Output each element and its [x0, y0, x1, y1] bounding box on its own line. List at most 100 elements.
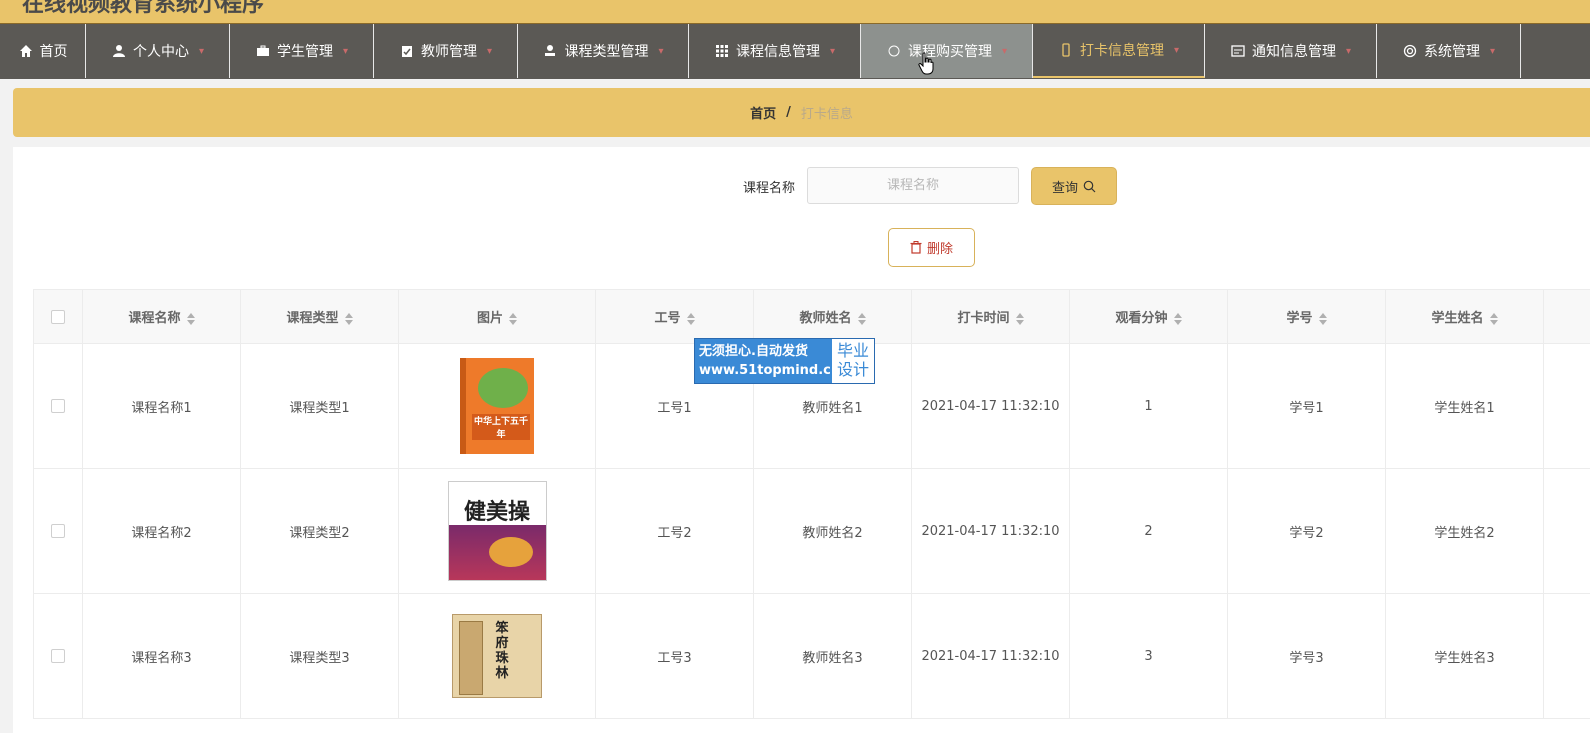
cell-minutes: 1 — [1069, 343, 1228, 469]
nav-item-course-purchase[interactable]: 课程购买管理 ▾ — [861, 24, 1033, 78]
chevron-down-icon: ▾ — [486, 45, 493, 57]
sort-icon[interactable] — [686, 312, 695, 325]
column-header[interactable]: 课程名称 — [82, 289, 241, 344]
select-all-cell[interactable] — [33, 289, 83, 344]
row-select-cell[interactable] — [33, 343, 83, 469]
nav-item-notices[interactable]: 通知信息管理 ▾ — [1205, 24, 1377, 78]
cell-student-name: 学生姓名2 — [1385, 468, 1544, 594]
cell-minutes: 3 — [1069, 593, 1228, 719]
column-header-label: 图片 — [476, 311, 503, 326]
cell-course-name: 课程名称1 — [82, 343, 241, 469]
cell-image: 中华上下五千年 — [398, 343, 596, 469]
trash-icon — [910, 241, 922, 254]
cell-extra — [1543, 593, 1590, 719]
cell-image: 笨府珠林 — [398, 593, 596, 719]
search-label: 课程名称 — [743, 181, 796, 196]
watermark-text: 无须担心.自动发货 www.51topmind.com — [695, 339, 854, 383]
sort-icon[interactable] — [344, 312, 353, 325]
column-header[interactable]: 图片 — [398, 289, 596, 344]
clipboard-icon — [399, 43, 415, 59]
course-name-search-input[interactable] — [807, 167, 1019, 204]
breadcrumb-current: 打卡信息 — [800, 107, 853, 122]
book-cover-image[interactable]: 笨府珠林 — [452, 614, 542, 698]
query-button[interactable]: 查询 — [1031, 167, 1117, 205]
message-icon — [1230, 43, 1246, 59]
cell-extra — [1543, 468, 1590, 594]
search-icon — [1083, 180, 1096, 192]
column-header-extra — [1543, 289, 1590, 344]
book-cover-title: 中华上下五千年 — [472, 414, 530, 440]
chevron-down-icon: ▾ — [342, 45, 349, 57]
nav-item-course-types[interactable]: 课程类型管理 ▾ — [518, 24, 689, 78]
row-checkbox[interactable] — [51, 649, 65, 663]
cell-course-name: 课程名称3 — [82, 593, 241, 719]
column-header[interactable]: 打卡时间 — [911, 289, 1070, 344]
row-select-cell[interactable] — [33, 468, 83, 594]
column-header-label: 打卡时间 — [957, 311, 1010, 326]
column-header-label: 学生姓名 — [1431, 311, 1484, 326]
select-all-checkbox[interactable] — [51, 309, 65, 324]
delete-button[interactable]: 删除 — [888, 228, 975, 267]
sort-icon[interactable] — [509, 312, 517, 325]
grid-icon — [714, 43, 730, 59]
sort-icon[interactable] — [186, 312, 195, 325]
column-header[interactable]: 学生姓名 — [1385, 289, 1544, 344]
nav-item-students[interactable]: 学生管理 ▾ — [230, 24, 374, 78]
cell-student-name: 学生姓名1 — [1385, 343, 1544, 469]
column-header[interactable]: 工号 — [595, 289, 754, 344]
cell-course-type: 课程类型2 — [240, 468, 399, 594]
book-cover-image[interactable]: 中华上下五千年 — [460, 358, 534, 454]
mouse-cursor-icon — [918, 52, 934, 75]
sort-icon[interactable] — [1318, 312, 1327, 325]
sort-icon[interactable] — [1173, 312, 1182, 325]
nav-item-teachers[interactable]: 教师管理 ▾ — [374, 24, 518, 78]
cart-icon — [886, 43, 902, 59]
column-header[interactable]: 教师姓名 — [753, 289, 912, 344]
nav-label: 首页 — [39, 44, 68, 60]
column-header[interactable]: 学号 — [1227, 289, 1386, 344]
delete-button-label: 删除 — [926, 242, 953, 257]
row-select-cell[interactable] — [33, 593, 83, 719]
sort-icon[interactable] — [1015, 312, 1024, 325]
cell-checkin-time: 2021-04-17 11:32:10 — [911, 468, 1070, 594]
chevron-down-icon: ▾ — [1173, 44, 1180, 56]
watermark-badge-line2: 设计 — [836, 360, 869, 379]
sort-icon[interactable] — [1489, 312, 1498, 325]
watermark-line2: www.51topmind.com — [699, 363, 854, 378]
nav-item-checkin[interactable]: 打卡信息管理 ▾ — [1033, 24, 1205, 78]
book-cover-image[interactable]: 健美操 — [447, 481, 547, 581]
watermark-line1: 无须担心.自动发货 — [699, 344, 808, 359]
column-header[interactable]: 课程类型 — [240, 289, 399, 344]
breadcrumb-separator: / — [786, 105, 791, 120]
chevron-down-icon: ▾ — [829, 45, 836, 57]
nav-item-course-info[interactable]: 课程信息管理 ▾ — [689, 24, 861, 78]
nav-label: 通知信息管理 — [1251, 44, 1336, 60]
watermark-badge-line1: 毕业 — [836, 341, 869, 360]
sort-icon[interactable] — [857, 312, 866, 325]
nav-item-system[interactable]: 系统管理 ▾ — [1377, 24, 1521, 78]
column-header[interactable]: 观看分钟 — [1069, 289, 1228, 344]
nav-item-profile[interactable]: 个人中心 ▾ — [86, 24, 230, 78]
phone-icon — [1058, 42, 1074, 58]
column-header-label: 教师姓名 — [799, 311, 852, 326]
breadcrumb-home[interactable]: 首页 — [750, 103, 776, 122]
watermark-banner: 无须担心.自动发货 www.51topmind.com 毕业 设计 — [694, 338, 875, 384]
nav-item-home[interactable]: 首页 — [0, 24, 86, 78]
cell-student-no: 学号3 — [1227, 593, 1386, 719]
cell-teacher-name: 教师姓名2 — [753, 468, 912, 594]
table-row[interactable]: 课程名称3 课程类型3 笨府珠林 工号3 教师姓名3 2021-04-17 11… — [33, 593, 1590, 719]
row-checkbox[interactable] — [51, 524, 65, 538]
cell-image: 健美操 — [398, 468, 596, 594]
column-header-label: 学号 — [1286, 311, 1313, 326]
nav-label: 课程类型管理 — [564, 44, 649, 60]
top-banner: 在线视频教育系统小程序 — [0, 0, 1590, 23]
cell-student-name: 学生姓名3 — [1385, 593, 1544, 719]
cell-student-no: 学号1 — [1227, 343, 1386, 469]
table-row[interactable]: 课程名称2 课程类型2 健美操 工号2 教师姓名2 2021-04-17 11:… — [33, 468, 1590, 594]
cell-teacher-no: 工号3 — [595, 593, 754, 719]
nav-label: 个人中心 — [132, 44, 189, 60]
cell-checkin-time: 2021-04-17 11:32:10 — [911, 343, 1070, 469]
row-checkbox[interactable] — [51, 399, 65, 413]
column-header-label: 课程名称 — [128, 311, 181, 326]
chevron-down-icon: ▾ — [658, 45, 664, 57]
